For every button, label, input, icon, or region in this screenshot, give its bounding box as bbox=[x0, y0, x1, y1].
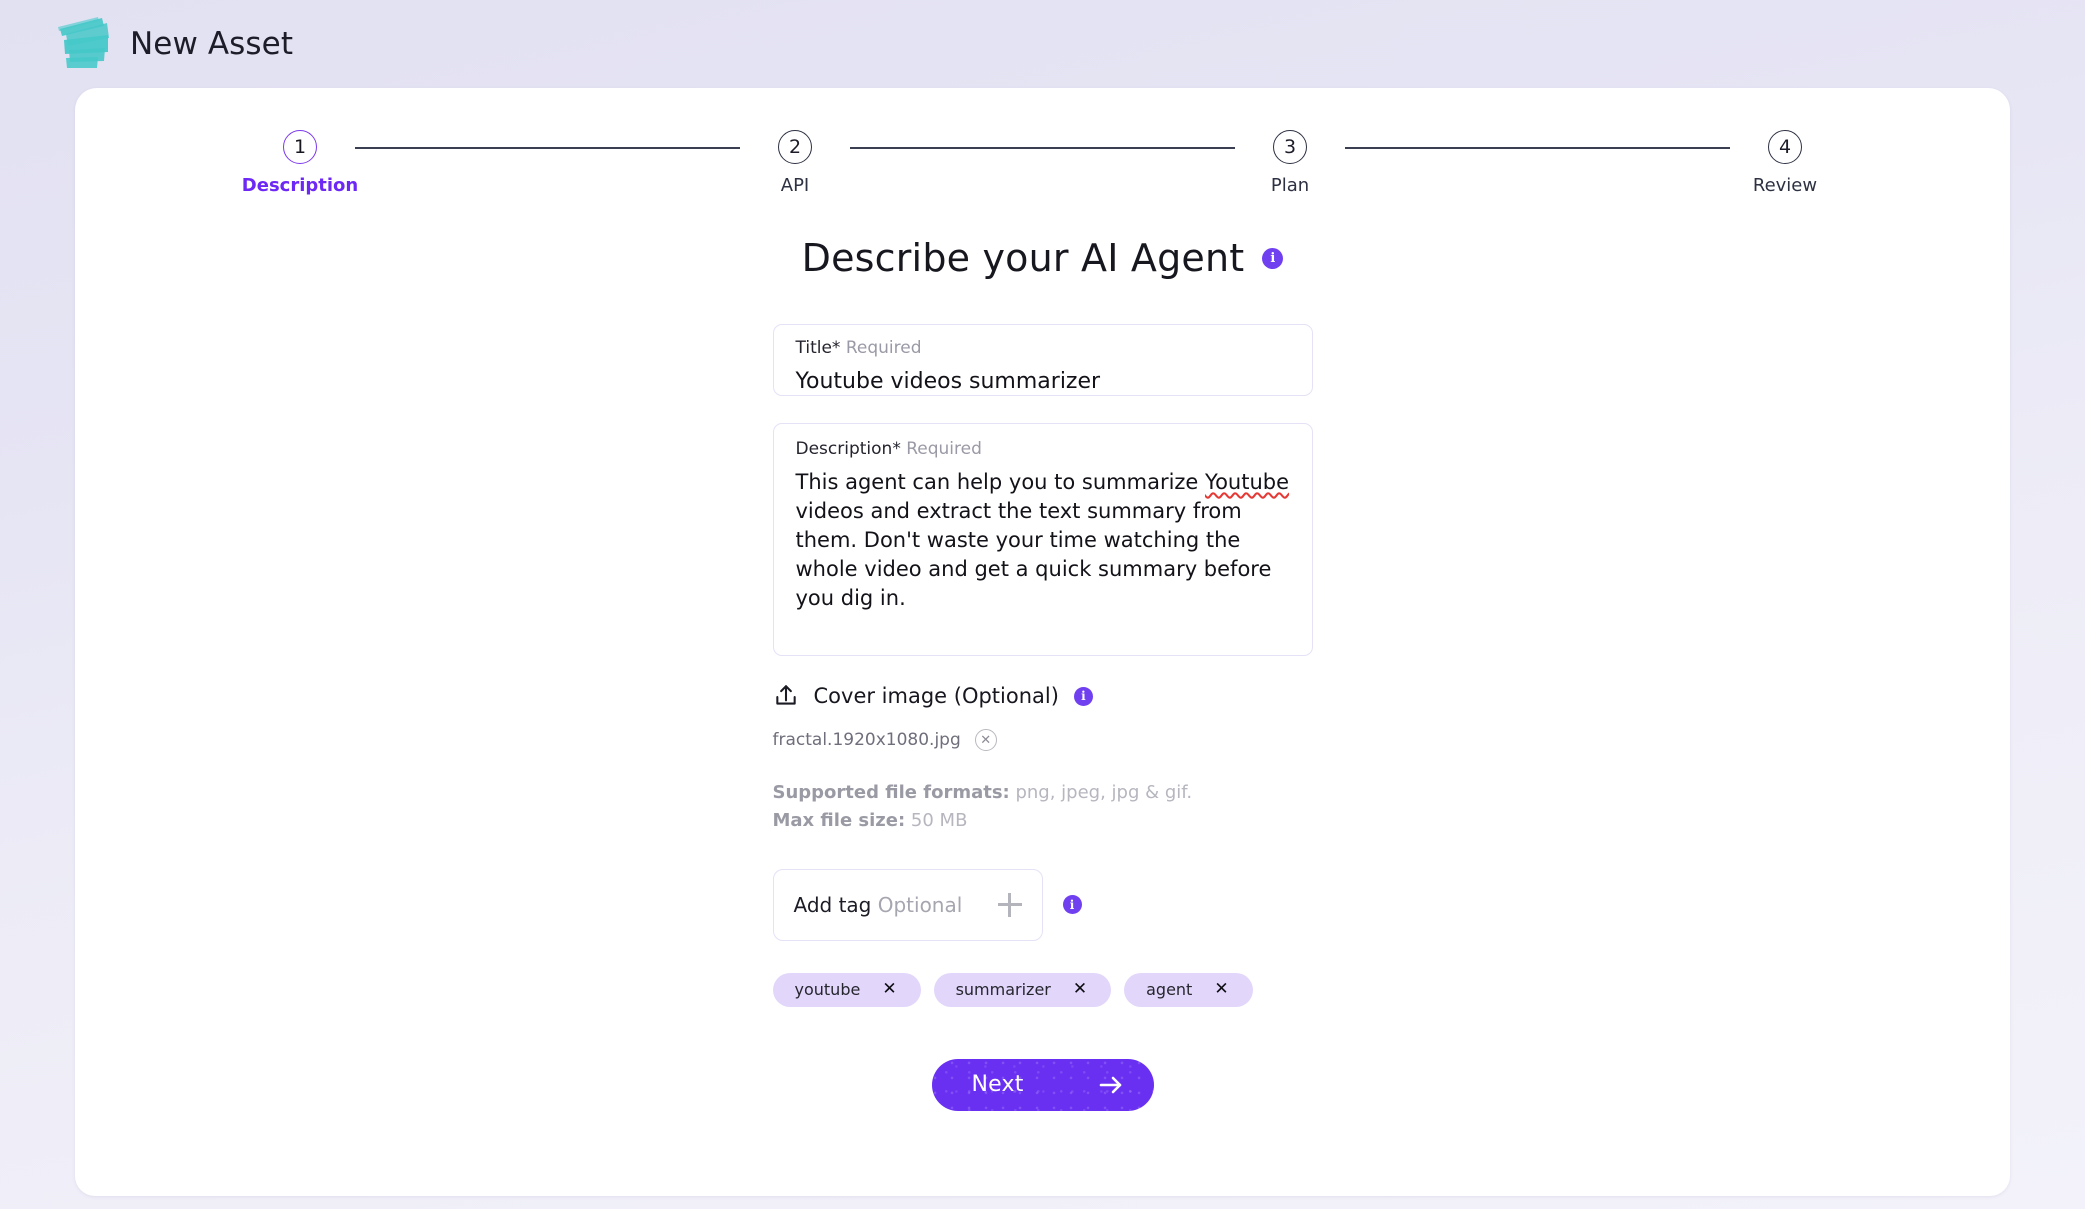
description-text-part2: videos and extract the text summary from… bbox=[795, 498, 1272, 610]
tag-chip-remove-icon[interactable]: ✕ bbox=[1214, 981, 1228, 998]
stepper-step-api[interactable]: 2 API bbox=[740, 130, 850, 196]
supported-formats-value: png, jpeg, jpg & gif. bbox=[1009, 782, 1193, 803]
max-size-label: Max file size: bbox=[772, 809, 906, 831]
plus-icon[interactable] bbox=[997, 892, 1022, 917]
title-required-text: Required bbox=[845, 338, 922, 358]
arrow-right-icon bbox=[1099, 1076, 1121, 1094]
section-heading: Describe your AI Agent i bbox=[802, 236, 1284, 280]
supported-formats-label: Supported file formats: bbox=[772, 782, 1010, 803]
add-tag-input[interactable]: Add tag Optional bbox=[772, 868, 1043, 941]
app-title: New Asset bbox=[130, 26, 294, 62]
step-number-1: 1 bbox=[283, 130, 317, 164]
info-icon-cover-image[interactable]: i bbox=[1073, 686, 1093, 706]
teal-brush-logo-icon bbox=[58, 17, 109, 68]
description-field-label: Description* Required bbox=[796, 439, 1290, 459]
add-tag-label: Add tag bbox=[793, 892, 872, 917]
tag-chip-remove-icon[interactable]: ✕ bbox=[882, 981, 896, 998]
uploaded-file-row: fractal.1920x1080.jpg ✕ bbox=[773, 729, 1313, 751]
stepper-step-description[interactable]: 1 Description bbox=[241, 130, 359, 196]
tag-chip-label: agent bbox=[1146, 980, 1193, 1000]
stepper-step-review[interactable]: 4 Review bbox=[1730, 130, 1840, 196]
stepper: 1 Description 2 API 3 Plan 4 Review bbox=[75, 88, 2010, 196]
description-input[interactable]: This agent can help you to summarize You… bbox=[796, 468, 1290, 613]
description-field[interactable]: Description* Required This agent can hel… bbox=[772, 423, 1313, 656]
max-size-value: 50 MB bbox=[905, 809, 968, 831]
description-label-text: Description* bbox=[795, 439, 901, 459]
step-number-4: 4 bbox=[1768, 130, 1802, 164]
step-label-plan: Plan bbox=[1270, 175, 1310, 196]
info-icon-heading[interactable]: i bbox=[1262, 247, 1284, 269]
title-field-label: Title* Required bbox=[796, 338, 1290, 358]
tag-chip[interactable]: agent ✕ bbox=[1124, 972, 1253, 1007]
next-button-wrap: Next bbox=[773, 1058, 1313, 1111]
tag-chip-label: summarizer bbox=[955, 980, 1051, 1000]
title-input[interactable]: Youtube videos summarizer bbox=[796, 367, 1290, 396]
tag-chip-list: youtube ✕ summarizer ✕ agent ✕ bbox=[772, 972, 1313, 1007]
cover-image-label: Cover image (Optional) bbox=[813, 684, 1059, 708]
form-column: Title* Required Youtube videos summarize… bbox=[772, 324, 1313, 1111]
description-misspelled-word: Youtube bbox=[1205, 470, 1290, 494]
info-icon-tags[interactable]: i bbox=[1062, 895, 1082, 915]
title-field[interactable]: Title* Required Youtube videos summarize… bbox=[772, 324, 1313, 396]
file-limits: Supported file formats: png, jpeg, jpg &… bbox=[773, 779, 1313, 835]
description-text-part1: This agent can help you to summarize bbox=[795, 470, 1206, 494]
tag-chip-label: youtube bbox=[794, 980, 861, 1000]
step-label-api: API bbox=[780, 175, 810, 196]
remove-file-icon[interactable]: ✕ bbox=[974, 729, 997, 751]
add-tag-optional: Optional bbox=[877, 892, 963, 917]
upload-icon[interactable] bbox=[773, 683, 799, 709]
step-label-description: Description bbox=[241, 175, 359, 196]
title-label-text: Title* bbox=[795, 338, 841, 358]
stepper-connector-2 bbox=[850, 147, 1235, 149]
add-tag-row: Add tag Optional i bbox=[772, 868, 1313, 941]
step-number-2: 2 bbox=[778, 130, 812, 164]
uploaded-file-name: fractal.1920x1080.jpg bbox=[772, 730, 961, 750]
supported-formats-line: Supported file formats: png, jpeg, jpg &… bbox=[773, 779, 1313, 807]
max-size-line: Max file size: 50 MB bbox=[773, 807, 1313, 835]
page-title: Describe your AI Agent bbox=[801, 236, 1245, 280]
step-number-3: 3 bbox=[1273, 130, 1307, 164]
stepper-connector-1 bbox=[355, 147, 740, 149]
description-required-text: Required bbox=[906, 439, 982, 459]
add-tag-text: Add tag Optional bbox=[794, 893, 963, 917]
next-button[interactable]: Next bbox=[932, 1058, 1154, 1111]
form-content: Describe your AI Agent i Title* Required… bbox=[75, 196, 2010, 1111]
step-label-review: Review bbox=[1752, 175, 1818, 196]
main-card: 1 Description 2 API 3 Plan 4 Review Desc… bbox=[75, 88, 2010, 1196]
tag-chip[interactable]: summarizer ✕ bbox=[933, 972, 1112, 1007]
tag-chip-remove-icon[interactable]: ✕ bbox=[1073, 981, 1087, 998]
tag-chip[interactable]: youtube ✕ bbox=[772, 972, 921, 1007]
app-header: New Asset bbox=[0, 0, 2085, 88]
cover-image-row[interactable]: Cover image (Optional) i bbox=[773, 683, 1313, 709]
stepper-step-plan[interactable]: 3 Plan bbox=[1235, 130, 1345, 196]
stepper-connector-3 bbox=[1345, 147, 1730, 149]
next-button-label: Next bbox=[971, 1072, 1024, 1098]
